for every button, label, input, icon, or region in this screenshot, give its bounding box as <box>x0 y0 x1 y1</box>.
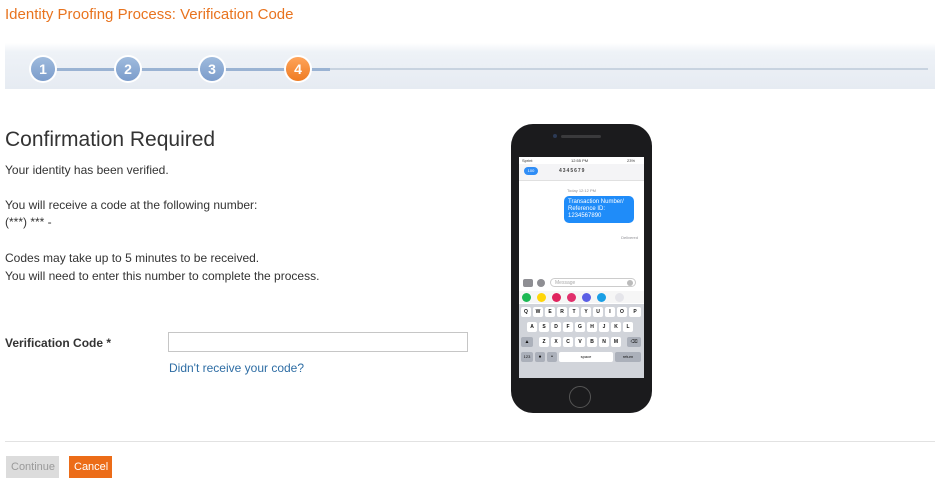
progress-bar <box>5 43 935 89</box>
camera-icon <box>523 279 533 287</box>
verified-message: Your identity has been verified. <box>5 163 169 177</box>
phone-keyboard: Q W E R T Y U I O P A S D F G H J K L ▲ … <box>519 304 644 378</box>
message-header: 100 4345679 <box>519 164 644 181</box>
phone-speaker <box>561 135 601 138</box>
step-2: 2 <box>116 57 140 81</box>
heart-app-icon <box>552 293 561 302</box>
message-input-row: Message <box>519 277 644 289</box>
music-app-icon <box>522 293 531 302</box>
delete-key-icon: ⌫ <box>627 337 641 347</box>
key: W <box>533 307 543 317</box>
phone-camera <box>553 134 557 138</box>
sticker-app-icon <box>582 293 591 302</box>
key: I <box>605 307 615 317</box>
key: K <box>611 322 621 332</box>
more-apps-icon <box>615 293 624 302</box>
numbers-key: 123 <box>521 352 533 362</box>
key: V <box>575 337 585 347</box>
globe-key-icon: ● <box>535 352 545 362</box>
verification-code-label: Verification Code * <box>5 336 112 350</box>
key: N <box>599 337 609 347</box>
shift-key-icon: ▲ <box>521 337 533 347</box>
key: U <box>593 307 603 317</box>
receive-code-message: You will receive a code at the following… <box>5 198 258 212</box>
key: T <box>569 307 579 317</box>
key: L <box>623 322 633 332</box>
key: R <box>557 307 567 317</box>
sms-line-3: 1234567890 <box>568 213 602 219</box>
app-store-icon <box>537 279 545 287</box>
key: Y <box>581 307 591 317</box>
phone-screen: Sprint 12:55 PM 23% 100 4345679 Today 12… <box>519 157 644 378</box>
enter-code-message: You will need to enter this number to co… <box>5 269 320 283</box>
key: D <box>551 322 561 332</box>
masked-phone-number: (***) *** - <box>5 215 52 229</box>
sms-line-2: Reference ID: <box>568 206 606 212</box>
key: S <box>539 322 549 332</box>
message-timestamp: Today 12:12 PM <box>567 188 596 193</box>
photo-app-icon <box>567 293 576 302</box>
video-app-icon <box>597 293 606 302</box>
key: E <box>545 307 555 317</box>
imessage-apps-row <box>519 291 644 303</box>
message-placeholder: Message <box>555 280 576 286</box>
phone-status-bar: Sprint 12:55 PM 23% <box>519 157 644 163</box>
step-4-current: 4 <box>286 57 310 81</box>
space-key: space <box>559 352 613 362</box>
key: O <box>617 307 627 317</box>
continue-button[interactable]: Continue <box>6 456 59 478</box>
contact-number: 4345679 <box>559 168 586 174</box>
delay-message: Codes may take up to 5 minutes to be rec… <box>5 251 260 265</box>
key: Q <box>521 307 531 317</box>
section-heading: Confirmation Required <box>5 128 216 151</box>
pay-app-icon <box>537 293 546 302</box>
key: B <box>587 337 597 347</box>
key: X <box>551 337 561 347</box>
key: A <box>527 322 537 332</box>
return-key: return <box>615 352 641 362</box>
key: Z <box>539 337 549 347</box>
delivered-label: Delivered <box>621 235 638 240</box>
home-button <box>569 386 591 408</box>
cancel-button[interactable]: Cancel <box>69 456 112 478</box>
page-title: Identity Proofing Process: Verification … <box>5 6 294 23</box>
key: C <box>563 337 573 347</box>
phone-illustration: Sprint 12:55 PM 23% 100 4345679 Today 12… <box>511 124 652 413</box>
step-3: 3 <box>200 57 224 81</box>
key: P <box>629 307 641 317</box>
sms-line-1: Transaction Number/ <box>568 199 624 205</box>
key: F <box>563 322 573 332</box>
battery-label: 23% <box>627 158 636 163</box>
step-1: 1 <box>31 57 55 81</box>
carrier-label: Sprint <box>522 158 533 163</box>
key: H <box>587 322 597 332</box>
sms-bubble: Transaction Number/ Reference ID: 123456… <box>564 196 634 223</box>
verification-code-input[interactable] <box>168 332 468 352</box>
resend-code-link[interactable]: Didn't receive your code? <box>169 361 304 375</box>
phone-time: 12:55 PM <box>571 158 589 163</box>
key: G <box>575 322 585 332</box>
message-field: Message <box>550 278 636 287</box>
send-icon <box>627 280 633 286</box>
footer-divider <box>5 441 935 442</box>
mic-key-icon: • <box>547 352 557 362</box>
key: J <box>599 322 609 332</box>
back-badge: 100 <box>524 167 538 175</box>
key: M <box>611 337 621 347</box>
